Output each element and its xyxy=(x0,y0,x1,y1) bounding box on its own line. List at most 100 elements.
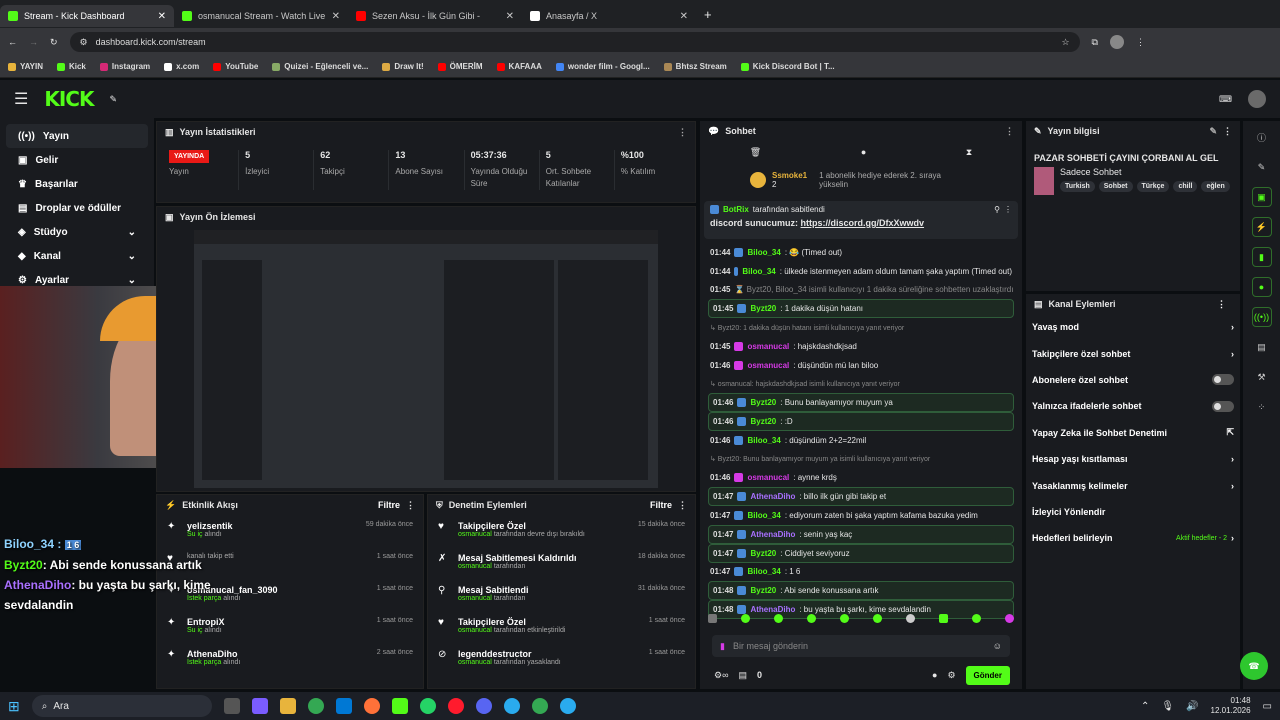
chat-message[interactable]: 01:45 osmanucal: hajskdashdkjsad xyxy=(700,337,1022,356)
username[interactable]: Byzt20 xyxy=(750,398,776,407)
whatsapp-icon[interactable] xyxy=(419,698,436,714)
bubble-icon[interactable]: ● xyxy=(861,147,866,157)
username[interactable]: Biloo_34 xyxy=(747,511,780,520)
chat-input[interactable]: ▮ Bir mesaj gönderin ☺ xyxy=(712,635,1010,657)
reply-context[interactable]: ↳ osmanucal: hajskdashdkjsad isimli kull… xyxy=(700,375,1022,394)
tray-arrow-icon[interactable]: ⌃ xyxy=(1141,701,1149,712)
chrome-icon[interactable] xyxy=(307,698,324,714)
bookmark-wonder[interactable]: wonder film - Googl... xyxy=(555,62,650,71)
chat-message[interactable]: 01:46 Biloo_34: düşündüm 2+2=22mil xyxy=(700,431,1022,450)
filter-button[interactable]: Filtre xyxy=(650,500,672,510)
system-message[interactable]: 01:45 ⌛ Byzt20, Biloo_34 isimli kullanıcı… xyxy=(700,281,1022,300)
emote-icon[interactable] xyxy=(972,613,981,623)
emote-icon[interactable] xyxy=(741,613,750,623)
kick-logo[interactable]: KICK xyxy=(44,87,94,111)
bookmark-omerim[interactable]: ÖMERİM xyxy=(437,62,483,71)
chat-message[interactable]: 01:46 Byzt20: Bunu banlayamıyor muyum ya xyxy=(708,393,1014,413)
pin-icon[interactable]: ✎ xyxy=(109,94,117,105)
shield-icon[interactable]: ▮ xyxy=(1251,247,1272,267)
emote-icon[interactable] xyxy=(774,613,783,623)
bookmark-kafaaa[interactable]: KAFAAA xyxy=(496,62,542,71)
hamburger-menu-icon[interactable]: ☰ xyxy=(14,89,28,109)
chat-message[interactable]: 01:46 Byzt20: :D xyxy=(708,412,1014,431)
chat-message[interactable]: 01:47 AthenaDiho: senin yaş kaç xyxy=(708,524,1014,544)
username[interactable]: Biloo_34 xyxy=(742,267,775,276)
tab-kick-dashboard[interactable]: Stream - Kick Dashboard ✕ xyxy=(0,5,174,27)
followers-only-row[interactable]: Takipçilere özel sohbet › xyxy=(1026,340,1240,366)
chat-message[interactable]: 01:45 Byzt20: 1 dakika düşün hatanı xyxy=(708,299,1014,319)
kick-app-icon[interactable] xyxy=(391,698,408,714)
user-avatar[interactable] xyxy=(1248,90,1266,108)
username[interactable]: osmanucal xyxy=(747,473,789,482)
bookmark-instagram[interactable]: Instagram xyxy=(99,62,150,71)
reply-context[interactable]: ↳ Byzt20: 1 dakika düşün hatanı isimli k… xyxy=(700,318,1022,337)
username[interactable]: AthenaDiho xyxy=(750,492,795,501)
apps-icon[interactable]: ⁘ xyxy=(1252,397,1272,417)
bookmark-x[interactable]: x.com xyxy=(164,62,199,71)
chrome-icon[interactable] xyxy=(531,698,548,714)
taskbar-search[interactable]: ⌕ Ara xyxy=(31,695,212,717)
back-icon[interactable]: ← xyxy=(8,37,17,47)
goals-row[interactable]: Hedefleri belirleyin Aktif hedefler - 2 › xyxy=(1026,525,1240,551)
username[interactable]: Byzt20 xyxy=(750,586,776,595)
account-age-row[interactable]: Hesap yaşı kısıtlaması › xyxy=(1026,446,1240,472)
chat-bubble-icon[interactable]: ● xyxy=(932,670,937,680)
more-icon[interactable]: ⋮ xyxy=(1005,126,1014,137)
notification-icon[interactable]: ▭ xyxy=(1263,701,1272,712)
bookmark-yayin[interactable]: YAYIN xyxy=(8,62,43,71)
bookmark-bhtsz[interactable]: Bhtsz Stream xyxy=(663,62,727,71)
sidebar-item-droplar[interactable]: ▤ Droplar ve ödüller xyxy=(6,196,148,220)
discord-link[interactable]: https://discord.gg/DfxXwwdv xyxy=(801,218,925,228)
tab-osmanucal-stream[interactable]: osmanucal Stream - Watch Live ✕ xyxy=(174,5,348,27)
username[interactable]: Byzt20 xyxy=(750,549,776,558)
sidebar-item-yayin[interactable]: ((•)) Yayın xyxy=(6,124,148,148)
clock[interactable]: 01:48 12.01.2026 xyxy=(1211,696,1251,716)
slow-mode-row[interactable]: Yavaş mod › xyxy=(1026,314,1240,340)
tab-x[interactable]: Anasayfa / X ✕ xyxy=(522,5,696,27)
emote-icon[interactable] xyxy=(939,613,948,623)
sidebar-item-gelir[interactable]: ▣ Gelir xyxy=(6,148,148,172)
bookmark-quizei[interactable]: Quizei - Eğlenceli ve... xyxy=(272,62,368,71)
keyboard-icon[interactable]: ⌨ xyxy=(1219,94,1232,105)
more-icon[interactable]: ⋮ xyxy=(1211,291,1232,317)
help-chat-icon[interactable]: ☎ xyxy=(1240,652,1268,680)
copilot-icon[interactable] xyxy=(251,698,268,714)
volume-icon[interactable]: 🔊 xyxy=(1186,701,1198,712)
username[interactable]: Biloo_34 xyxy=(747,248,780,257)
chat-message[interactable]: 01:44 Biloo_34: ülkede istenmeyen adam ol… xyxy=(700,262,1022,281)
username[interactable]: Biloo_34 xyxy=(747,436,780,445)
emote-icon[interactable] xyxy=(807,613,816,623)
username[interactable]: Byzt20 xyxy=(750,417,776,426)
site-info-icon[interactable]: ⚙ xyxy=(80,37,88,48)
pinned-message[interactable]: BotRix tarafından sabitlendi ⚲ ⋮ discord su… xyxy=(704,201,1018,239)
file-explorer-icon[interactable] xyxy=(279,698,296,714)
preview-icon[interactable]: ▣ xyxy=(1251,187,1272,207)
username[interactable]: osmanucal xyxy=(747,342,789,351)
emote-icon[interactable] xyxy=(708,613,717,623)
lightning-icon[interactable]: ⚡ xyxy=(1251,217,1272,237)
emote-icon[interactable] xyxy=(906,613,915,623)
more-icon[interactable]: ⋮ xyxy=(678,127,687,138)
close-tab-icon[interactable]: ✕ xyxy=(506,11,514,22)
more-icon[interactable]: ⋮ xyxy=(406,500,415,511)
opera-icon[interactable] xyxy=(447,698,464,714)
reply-context[interactable]: ↳ Byzt20: Bunu banlayamıyor muyum ya isi… xyxy=(700,450,1022,469)
emoji-icon[interactable]: ☺ xyxy=(993,641,1002,651)
trash-icon[interactable]: 🗑 xyxy=(750,147,761,158)
firefox-icon[interactable] xyxy=(363,698,380,714)
microphone-icon[interactable]: 🎙 xyxy=(1161,701,1174,712)
emote-icon[interactable] xyxy=(1005,613,1014,623)
chat-message[interactable]: 01:47 Biloo_34: ediyorum zaten bi şaka ya… xyxy=(700,506,1022,525)
sidebar-item-studyo[interactable]: ◈ Stüdyo ⌄ xyxy=(6,220,148,244)
more-icon[interactable]: ⋮ xyxy=(678,500,687,511)
telegram-icon[interactable] xyxy=(503,698,520,714)
forward-icon[interactable]: → xyxy=(29,37,38,47)
bookmark-drawit[interactable]: Draw It! xyxy=(382,62,424,71)
list-icon[interactable]: ▤ xyxy=(1252,337,1272,357)
edit-icon[interactable]: ✎ xyxy=(1209,126,1217,137)
outlook-icon[interactable] xyxy=(335,698,352,714)
broadcast-icon[interactable]: ((•)) xyxy=(1251,307,1272,327)
subscribers-only-toggle[interactable] xyxy=(1212,374,1234,386)
hourglass-icon[interactable]: ⧗ xyxy=(966,147,972,158)
sidebar-item-basarilar[interactable]: ♛ Başarılar xyxy=(6,172,148,196)
